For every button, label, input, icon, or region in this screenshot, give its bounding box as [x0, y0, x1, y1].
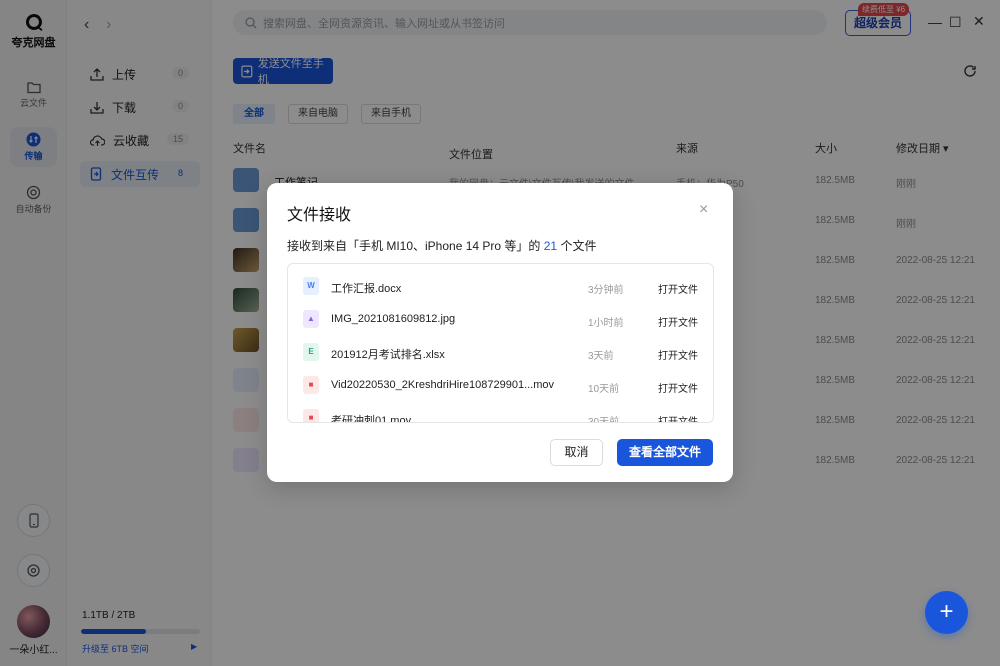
file-type-icon: ■: [303, 376, 319, 394]
app-window: 夸克网盘 云文件 传输 自动备份 一朵小红... ‹ › 上传 0 下载 0 云…: [0, 0, 1000, 666]
subtitle-text: 接收到来自「手机 MI10、iPhone 14 Pro 等」的: [287, 239, 541, 253]
add-button[interactable]: +: [925, 591, 968, 634]
dialog-title: 文件接收: [287, 207, 352, 224]
file-count: 21: [543, 239, 558, 253]
close-icon[interactable]: ×: [699, 201, 708, 219]
view-all-files-button[interactable]: 查看全部文件: [617, 439, 713, 466]
open-file-button[interactable]: 打开文件: [658, 380, 698, 395]
list-item[interactable]: ▲ IMG_2021081609812.jpg 1小时前 打开文件: [288, 303, 713, 336]
list-item[interactable]: ■ Vid20220530_2KreshdriHire108729901...mo…: [288, 369, 713, 402]
file-type-icon: E: [303, 343, 319, 361]
file-name: 工作汇报.docx: [331, 283, 402, 295]
file-time: 30天前: [588, 417, 620, 423]
file-time: 1小时前: [588, 318, 624, 329]
file-time: 3天前: [588, 351, 614, 362]
file-name: Vid20220530_2KreshdriHire108729901...mov: [331, 379, 555, 391]
dialog-subtitle: 接收到来自「手机 MI10、iPhone 14 Pro 等」的 21 个文件: [287, 237, 596, 254]
file-type-icon: ■: [303, 409, 319, 422]
file-name: 201912月考试排名.xlsx: [331, 349, 445, 361]
list-item[interactable]: E 201912月考试排名.xlsx 3天前 打开文件: [288, 336, 713, 369]
open-file-button[interactable]: 打开文件: [658, 347, 698, 362]
received-file-list[interactable]: W 工作汇报.docx 3分钟前 打开文件 ▲ IMG_2021081609812.jpg…: [287, 263, 714, 423]
list-item[interactable]: W 工作汇报.docx 3分钟前 打开文件: [288, 270, 713, 303]
list-item[interactable]: ■ 考研冲刺01.mov 30天前 打开文件: [288, 402, 713, 423]
file-time: 3分钟前: [588, 285, 624, 296]
file-name: IMG_2021081609812.jpg: [331, 313, 456, 325]
file-name: 考研冲刺01.mov: [331, 415, 412, 423]
open-file-button[interactable]: 打开文件: [658, 314, 698, 329]
file-receive-dialog: 文件接收 × 接收到来自「手机 MI10、iPhone 14 Pro 等」的 2…: [267, 183, 733, 482]
open-file-button[interactable]: 打开文件: [658, 281, 698, 296]
cancel-button[interactable]: 取消: [550, 439, 603, 466]
open-file-button[interactable]: 打开文件: [658, 413, 698, 422]
subtitle-suffix: 个文件: [560, 239, 597, 253]
file-time: 10天前: [588, 384, 620, 395]
file-type-icon: W: [303, 277, 319, 295]
file-type-icon: ▲: [303, 310, 319, 328]
